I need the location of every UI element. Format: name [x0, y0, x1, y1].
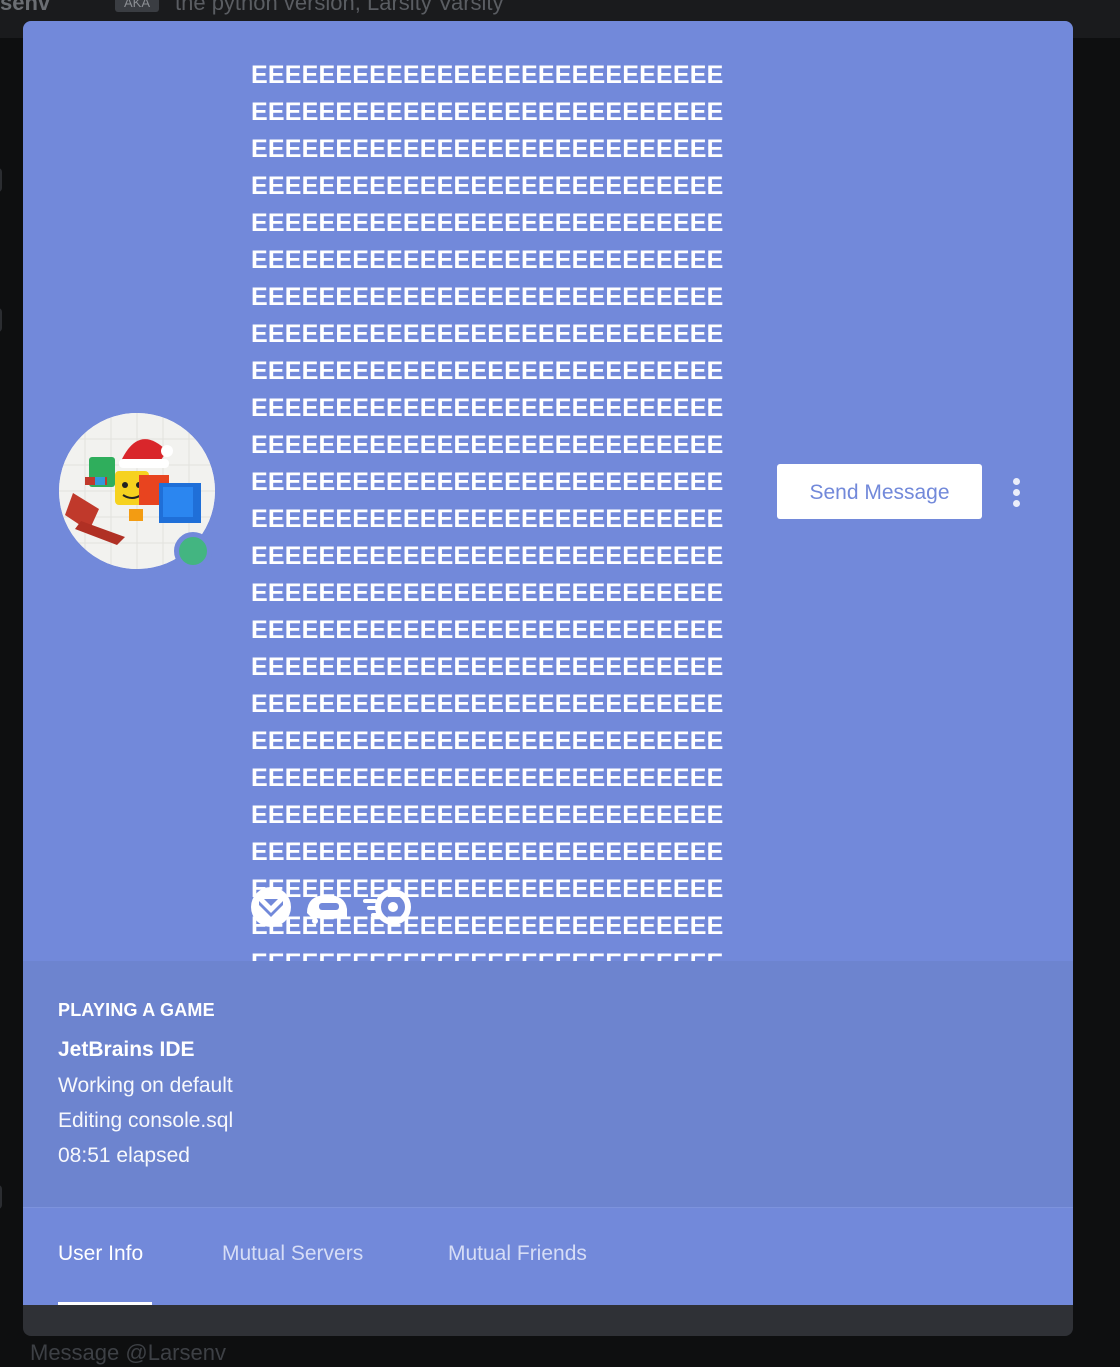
background-edge: [0, 168, 2, 192]
background-username: senv: [0, 0, 51, 15]
tab-mutual-friends[interactable]: Mutual Friends: [448, 1242, 587, 1266]
background-edge: [0, 308, 2, 332]
background-edge: [0, 1185, 2, 1209]
tab-mutual-servers[interactable]: Mutual Servers: [222, 1242, 363, 1266]
online-status-indicator: [174, 532, 212, 570]
background-message-input: Message @Larsenv: [30, 1340, 226, 1365]
username-text: EEEEEEEEEEEEEEEEEEEEEEEEEEEEEEEEEEEEEEEE…: [251, 61, 724, 1014]
profile-tabs: User Info Mutual Servers Mutual Friends: [23, 1207, 1073, 1305]
send-message-button[interactable]: Send Message: [777, 464, 982, 519]
profile-header: EEEEEEEEEEEEEEEEEEEEEEEEEEEEEEEEEEEEEEEE…: [23, 21, 1073, 1014]
activity-name: JetBrains IDE: [58, 1038, 195, 1061]
hypesquad-brilliance-icon[interactable]: [251, 887, 291, 927]
active-tab-indicator: [58, 1302, 152, 1305]
user-profile-modal: EEEEEEEEEEEEEEEEEEEEEEEEEEEEEEEEEEEEEEEE…: [23, 21, 1073, 1336]
activity-section: PLAYING A GAME JetBrains IDE Working on …: [23, 961, 1073, 1207]
tab-user-info[interactable]: User Info: [58, 1242, 143, 1266]
background-custom-status: the python version, Larsity Varsity: [175, 0, 504, 15]
activity-state: Editing console.sql: [58, 1109, 234, 1132]
early-supporter-icon[interactable]: [303, 887, 351, 927]
background-badge: AKA: [115, 0, 159, 12]
activity-header: PLAYING A GAME: [58, 1000, 215, 1020]
activity-elapsed: 08:51 elapsed: [58, 1144, 190, 1167]
more-options-icon[interactable]: [1007, 476, 1027, 508]
activity-details: Working on default: [58, 1074, 233, 1097]
profile-username: EEEEEEEEEEEEEEEEEEEEEEEEEEEEEEEEEEEEEEEE…: [251, 57, 731, 1019]
nitro-icon[interactable]: [361, 887, 413, 927]
